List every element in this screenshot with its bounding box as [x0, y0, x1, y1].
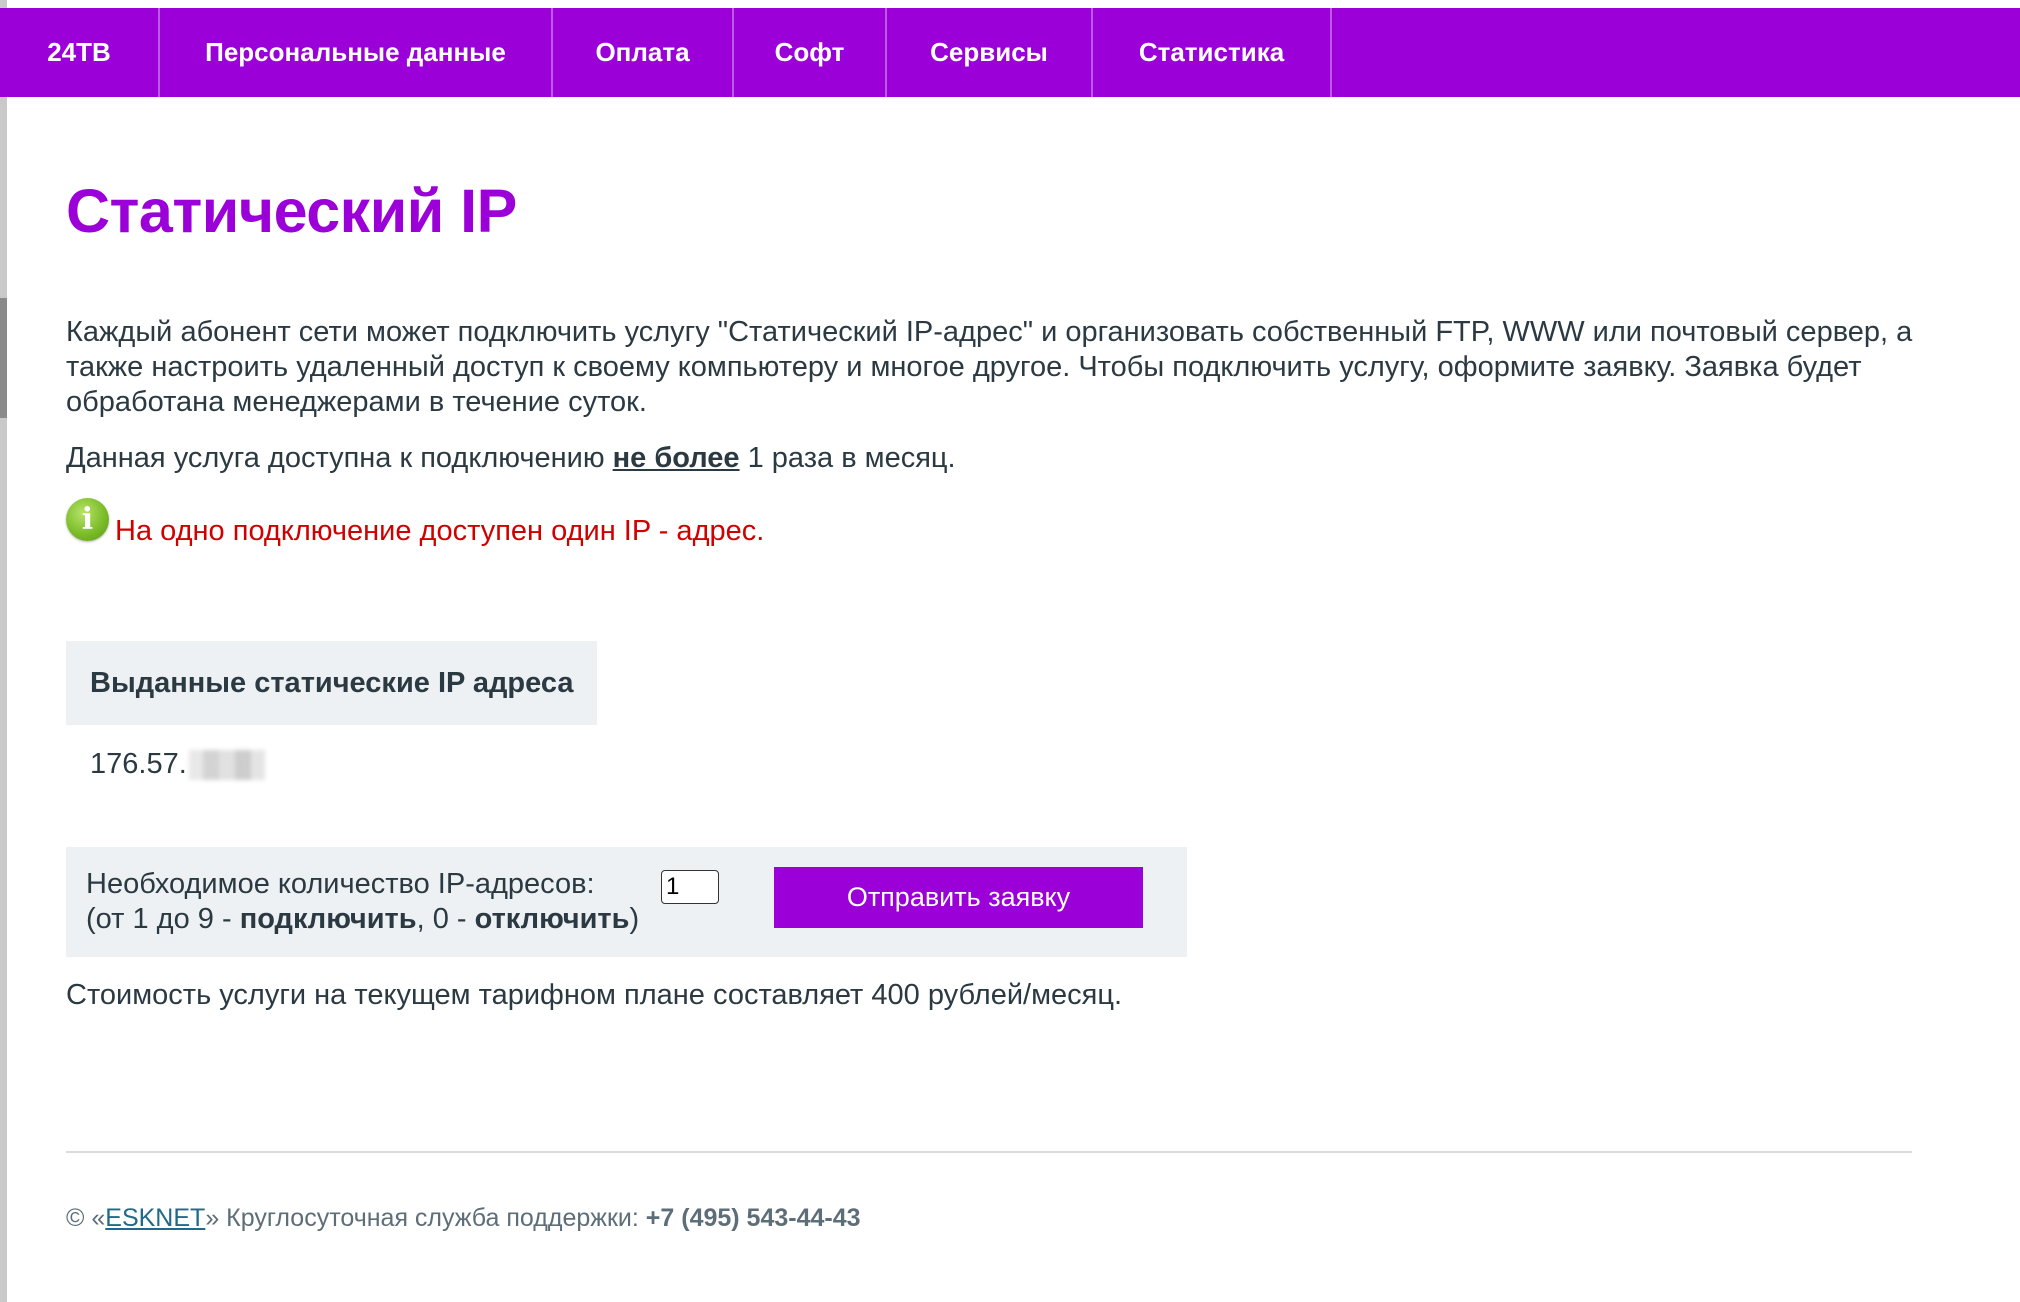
- quantity-hint-mid: , 0 -: [416, 903, 475, 935]
- page-title: Статический IP: [66, 177, 517, 245]
- limit-suffix: 1 раза в месяц.: [739, 442, 956, 474]
- issued-ip-address: 176.57.: [90, 748, 265, 781]
- quantity-label-line2: (от 1 до 9 - подключить, 0 - отключить): [86, 902, 639, 937]
- quantity-label-line1: Необходимое количество IP-адресов:: [86, 868, 595, 900]
- footer: © «ESKNET» Круглосуточная служба поддерж…: [66, 1204, 861, 1233]
- limit-emphasis-link[interactable]: не более: [613, 442, 740, 474]
- quantity-hint-disconnect: отключить: [474, 903, 630, 935]
- nav-item-services[interactable]: Сервисы: [887, 8, 1093, 97]
- footer-support-text: » Круглосуточная служба поддержки:: [205, 1204, 646, 1232]
- support-phone: +7 (495) 543-44-43: [645, 1204, 861, 1232]
- nav-item-24tv[interactable]: 24ТВ: [0, 8, 160, 97]
- ip-visible-part: 176.57.: [90, 748, 187, 780]
- quantity-hint-prefix: (от 1 до 9 -: [86, 903, 240, 935]
- submit-request-button[interactable]: Отправить заявку: [774, 867, 1143, 928]
- info-icon: i: [66, 498, 109, 541]
- left-scrollbar[interactable]: [0, 0, 7, 1302]
- price-text: Стоимость услуги на текущем тарифном пла…: [66, 979, 1123, 1011]
- issued-ip-header: Выданные статические IP адреса: [66, 641, 597, 725]
- footer-divider: [66, 1151, 1912, 1153]
- notice-text: На одно подключение доступен один IP - а…: [115, 515, 765, 547]
- company-link[interactable]: ESKNET: [105, 1204, 205, 1232]
- intro-paragraph: Каждый абонент сети может подключить усл…: [66, 316, 1913, 418]
- quantity-input[interactable]: [661, 870, 719, 904]
- scrollbar-thumb[interactable]: [0, 298, 7, 418]
- info-notice: i На одно подключение доступен один IP -…: [66, 498, 764, 547]
- limit-paragraph: Данная услуга доступна к подключению не …: [66, 441, 956, 476]
- top-navigation: 24ТВ Персональные данные Оплата Софт Сер…: [0, 8, 2020, 97]
- quantity-label: Необходимое количество IP-адресов: (от 1…: [86, 867, 639, 937]
- quantity-hint-suffix: ): [629, 903, 640, 935]
- nav-item-payment[interactable]: Оплата: [553, 8, 734, 97]
- nav-item-software[interactable]: Софт: [734, 8, 887, 97]
- nav-item-statistics[interactable]: Статистика: [1093, 8, 1332, 97]
- footer-copyright: © «: [66, 1204, 106, 1232]
- limit-prefix: Данная услуга доступна к подключению: [66, 442, 613, 474]
- ip-redacted-blur: [188, 749, 265, 780]
- request-form: Необходимое количество IP-адресов: (от 1…: [66, 847, 1187, 957]
- quantity-hint-connect: подключить: [239, 903, 417, 935]
- nav-item-personal-data[interactable]: Персональные данные: [160, 8, 553, 97]
